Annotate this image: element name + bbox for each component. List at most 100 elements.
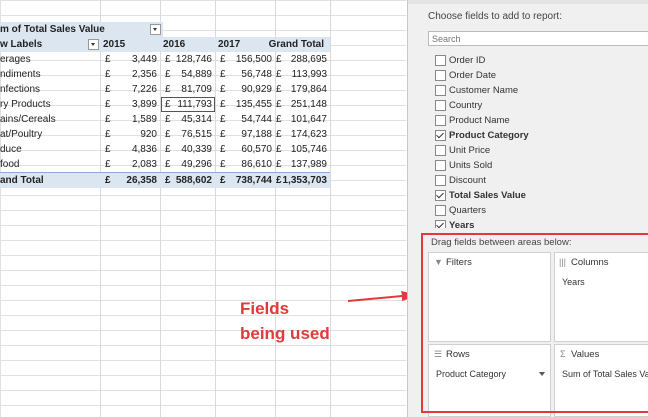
field-label: Order ID (449, 55, 486, 66)
value-cell[interactable]: 3,449 (107, 52, 157, 67)
checked-checkbox-icon[interactable] (435, 130, 446, 141)
selected-cell (161, 97, 215, 112)
highlight-box (421, 233, 648, 413)
row-label[interactable]: food (0, 157, 98, 172)
checked-checkbox-icon[interactable] (435, 190, 446, 201)
row-label[interactable]: nfections (0, 82, 98, 97)
value-cell[interactable]: 97,188 (220, 127, 272, 142)
field-label: Country (449, 100, 483, 111)
field-item[interactable]: Order ID (435, 53, 648, 68)
checkbox-icon[interactable] (435, 70, 446, 81)
value-cell[interactable]: 76,515 (167, 127, 212, 142)
value-cell[interactable]: 1,589 (107, 112, 157, 127)
callout-line-1: Fields (240, 299, 290, 318)
column-header: 2017 (218, 39, 241, 50)
value-cell[interactable]: 128,746 (167, 52, 212, 67)
checkbox-icon[interactable] (435, 145, 446, 156)
field-label: Discount (449, 175, 486, 186)
value-cell[interactable]: 54,889 (167, 67, 212, 82)
pivot-value-header: m of Total Sales Value (0, 22, 163, 37)
value-cell[interactable]: 45,314 (167, 112, 212, 127)
checkbox-icon[interactable] (435, 205, 446, 216)
value-cell[interactable]: 2,083 (107, 157, 157, 172)
field-search-input[interactable] (428, 31, 648, 46)
value-cell[interactable]: 90,929 (220, 82, 272, 97)
value-cell[interactable]: 588,602 (167, 173, 212, 188)
field-item[interactable]: Unit Price (435, 143, 648, 158)
pivot-grand-total-row: and Total £26,358 £588,602 £738,744 £1,353,7… (0, 172, 330, 188)
value-cell[interactable]: 26,358 (107, 173, 157, 188)
value-cell[interactable]: 174,623 (277, 127, 327, 142)
pivot-data-row: duce £4,836 £40,339 £60,570 £105,746 (0, 142, 330, 157)
value-cell[interactable]: 56,748 (220, 67, 272, 82)
field-item[interactable]: Total Sales Value (435, 188, 648, 203)
row-labels-header: w Labels (0, 39, 43, 50)
field-label: Product Name (449, 115, 510, 126)
pivot-data-row: erages £3,449 £128,746 £156,500 £288,695 (0, 52, 330, 67)
value-cell[interactable]: 7,226 (107, 82, 157, 97)
value-cell[interactable]: 105,746 (277, 142, 327, 157)
callout-annotation: Fields being used (240, 296, 330, 346)
field-item[interactable]: Years (435, 218, 648, 228)
field-item[interactable]: Country (435, 98, 648, 113)
pivot-data-row: at/Poultry £920 £76,515 £97,188 £174,623 (0, 127, 330, 142)
value-cell[interactable]: 86,610 (220, 157, 272, 172)
value-cell[interactable]: 288,695 (277, 52, 327, 67)
value-cell[interactable]: 179,864 (277, 82, 327, 97)
row-label[interactable]: at/Poultry (0, 127, 98, 142)
checkbox-icon[interactable] (435, 175, 446, 186)
row-label[interactable]: erages (0, 52, 98, 67)
value-cell[interactable]: 40,339 (167, 142, 212, 157)
row-labels-dropdown-icon[interactable] (88, 39, 99, 50)
value-cell[interactable]: 1,353,703 (277, 173, 328, 188)
pivot-data-row: food £2,083 £49,296 £86,610 £137,989 (0, 157, 330, 172)
column-divider (330, 0, 331, 417)
pivot-data-row: ains/Cereals £1,589 £45,314 £54,744 £101,647 (0, 112, 330, 127)
callout-line-2: being used (240, 324, 330, 343)
value-cell[interactable]: 113,993 (277, 67, 327, 82)
value-cell[interactable]: 2,356 (107, 67, 157, 82)
value-cell[interactable]: 54,744 (220, 112, 272, 127)
pivot-data-row: ndiments £2,356 £54,889 £56,748 £113,993 (0, 67, 330, 82)
field-label: Customer Name (449, 85, 519, 96)
value-cell[interactable]: 3,899 (107, 97, 157, 112)
value-cell[interactable]: 49,296 (167, 157, 212, 172)
checkbox-icon[interactable] (435, 100, 446, 111)
value-cell[interactable]: 920 (107, 127, 157, 142)
field-item[interactable]: Discount (435, 173, 648, 188)
value-cell[interactable]: 251,148 (277, 97, 327, 112)
value-cell[interactable]: 101,647 (277, 112, 327, 127)
filter-dropdown-icon[interactable] (150, 24, 161, 35)
value-cell[interactable]: 137,989 (277, 157, 327, 172)
field-item[interactable]: Units Sold (435, 158, 648, 173)
field-item[interactable]: Quarters (435, 203, 648, 218)
field-item[interactable]: Product Category (435, 128, 648, 143)
field-list[interactable]: Order ID Order Date Customer Name Country Pr… (435, 53, 648, 228)
field-item[interactable]: Product Name (435, 113, 648, 128)
checkbox-icon[interactable] (435, 55, 446, 66)
value-cell[interactable]: 738,744 (220, 173, 272, 188)
row-label[interactable]: duce (0, 142, 98, 157)
row-label[interactable]: ndiments (0, 67, 98, 82)
field-label: Units Sold (449, 160, 493, 171)
row-label[interactable]: ains/Cereals (0, 112, 98, 127)
value-cell[interactable]: 81,709 (167, 82, 212, 97)
row-label[interactable]: and Total (0, 173, 98, 188)
value-cell[interactable]: 156,500 (220, 52, 272, 67)
checkbox-icon[interactable] (435, 160, 446, 171)
field-item[interactable]: Order Date (435, 68, 648, 83)
checkbox-icon[interactable] (435, 115, 446, 126)
field-label: Total Sales Value (449, 190, 526, 201)
field-item[interactable]: Customer Name (435, 83, 648, 98)
spreadsheet-grid[interactable]: m of Total Sales Value w Labels 2015 201… (0, 0, 406, 417)
field-label: Years (449, 220, 475, 228)
pivot-data-row: nfections £7,226 £81,709 £90,929 £179,864 (0, 82, 330, 97)
value-cell[interactable]: 4,836 (107, 142, 157, 157)
checked-checkbox-icon[interactable] (435, 220, 446, 228)
row-label[interactable]: ry Products (0, 97, 98, 112)
value-cell[interactable]: 60,570 (220, 142, 272, 157)
value-cell[interactable]: 135,455 (220, 97, 272, 112)
checkbox-icon[interactable] (435, 85, 446, 96)
column-header: 2015 (103, 39, 126, 50)
field-label: Order Date (449, 70, 496, 81)
